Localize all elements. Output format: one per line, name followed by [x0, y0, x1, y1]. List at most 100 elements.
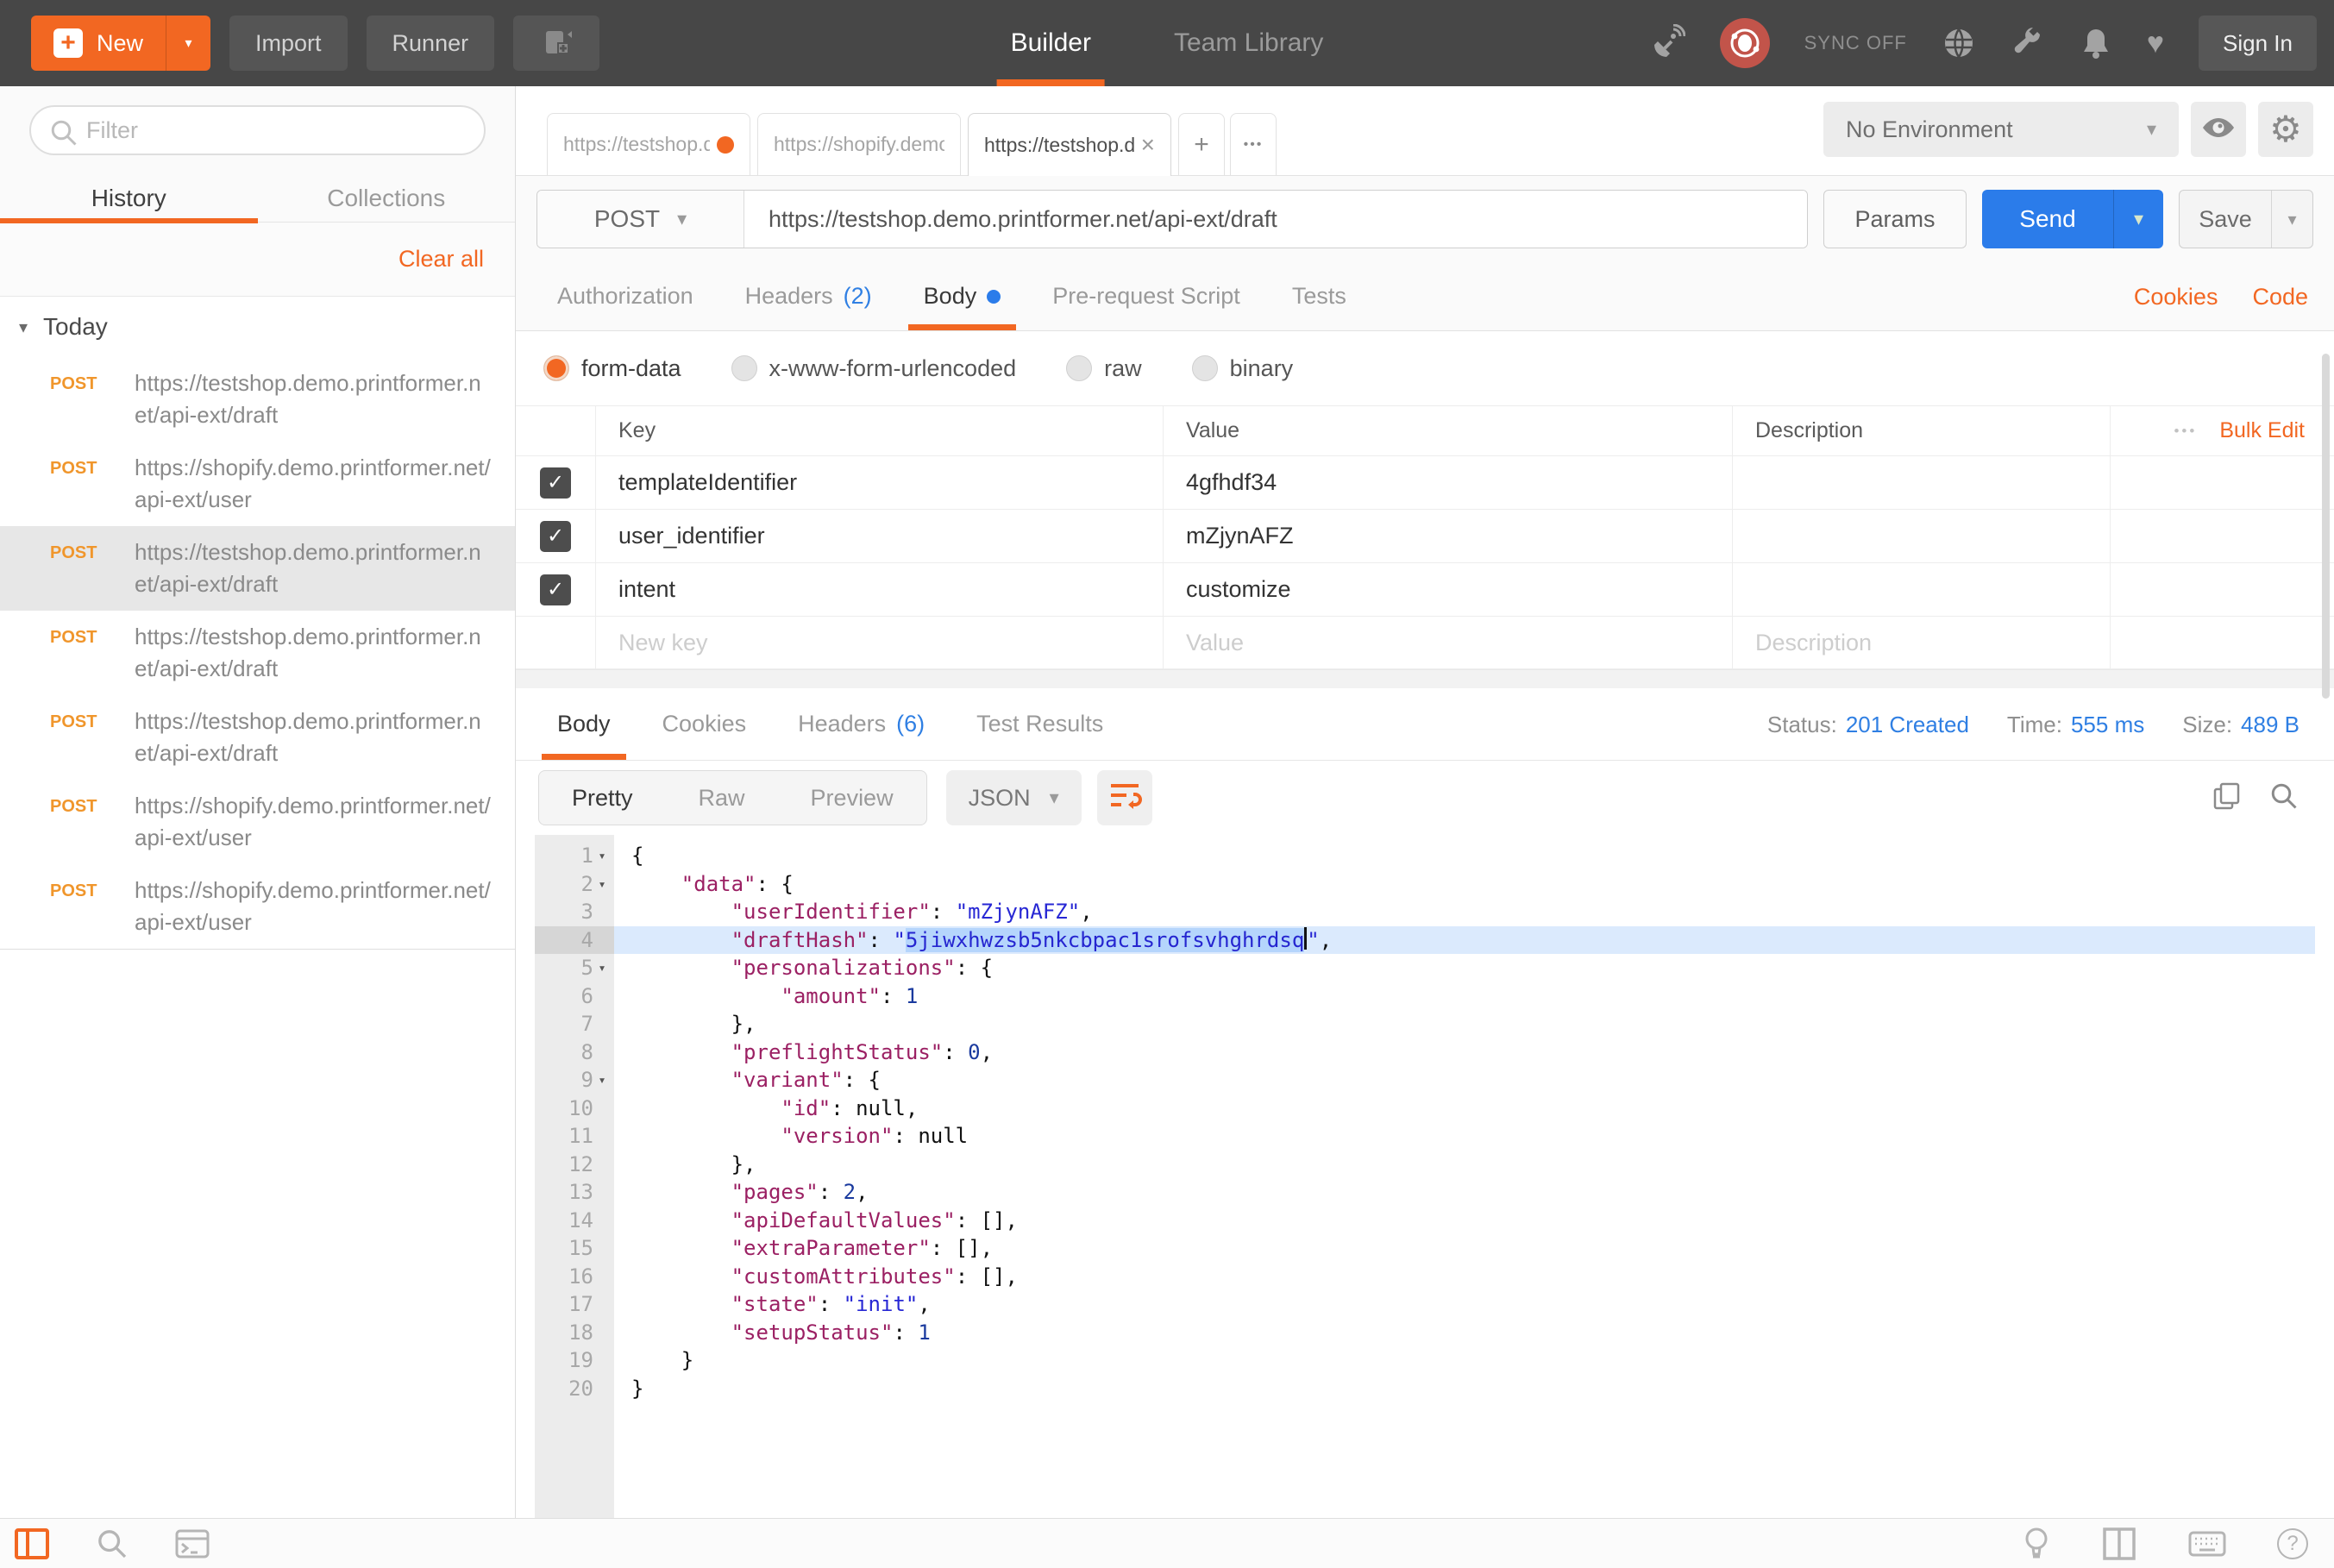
toggle-sidebar-icon[interactable] [14, 1527, 50, 1560]
fold-caret-icon[interactable]: ▾ [593, 954, 611, 982]
radio-binary[interactable]: binary [1192, 355, 1294, 382]
history-item[interactable]: POSThttps://testshop.demo.printformer.ne… [0, 695, 515, 780]
keyboard-shortcuts-icon[interactable] [2187, 1529, 2227, 1559]
code-line[interactable]: 11 "version": null [535, 1122, 2315, 1151]
save-options-button[interactable]: ▾ [2271, 191, 2312, 248]
line-gutter[interactable]: 18 [535, 1319, 614, 1347]
clear-all-link[interactable]: Clear all [398, 246, 484, 273]
history-item[interactable]: POSThttps://shopify.demo.printformer.net… [0, 780, 515, 864]
code-line[interactable]: 3 "userIdentifier": "mZjynAFZ", [535, 898, 2315, 926]
radio-x-www-form-urlencoded[interactable]: x-www-form-urlencoded [731, 355, 1017, 382]
bell-icon[interactable] [2080, 26, 2112, 60]
sync-status-icon[interactable] [1720, 18, 1770, 68]
code-line[interactable]: 7 }, [535, 1010, 2315, 1038]
view-preview[interactable]: Preview [778, 771, 926, 825]
import-button[interactable]: Import [229, 16, 348, 71]
search-response-icon[interactable] [2268, 781, 2299, 816]
interceptor-satellite-icon[interactable] [1647, 24, 1685, 62]
tab-authorization[interactable]: Authorization [542, 262, 709, 330]
new-description-cell[interactable]: Description [1732, 617, 2110, 668]
filter-input[interactable] [86, 117, 405, 144]
description-cell[interactable] [1732, 563, 2110, 616]
line-gutter[interactable]: 7 [535, 1010, 614, 1038]
fold-caret-icon[interactable]: ▾ [593, 842, 611, 870]
url-input[interactable] [744, 191, 1807, 248]
tab-response-body[interactable]: Body [542, 688, 626, 760]
line-gutter[interactable]: 5▾ [535, 954, 614, 982]
tab-builder[interactable]: Builder [997, 0, 1105, 86]
lightbulb-icon[interactable] [2022, 1526, 2051, 1562]
cookies-link[interactable]: Cookies [2134, 284, 2218, 310]
line-gutter[interactable]: 3 [535, 898, 614, 926]
code-line[interactable]: 16 "customAttributes": [], [535, 1263, 2315, 1291]
add-tab-button[interactable]: + [1178, 113, 1225, 175]
code-line[interactable]: 19 } [535, 1346, 2315, 1375]
key-cell[interactable]: intent [595, 563, 1163, 616]
code-line[interactable]: 20} [535, 1375, 2315, 1403]
code-line[interactable]: 18 "setupStatus": 1 [535, 1319, 2315, 1347]
history-item[interactable]: POSThttps://testshop.demo.printformer.ne… [0, 611, 515, 695]
send-options-button[interactable]: ▾ [2113, 190, 2163, 248]
line-gutter[interactable]: 13 [535, 1178, 614, 1207]
code-line[interactable]: 12 }, [535, 1151, 2315, 1179]
value-cell[interactable]: customize [1163, 563, 1732, 616]
row-checkbox[interactable]: ✓ [540, 574, 571, 605]
history-group-header[interactable]: ▾ Today [0, 297, 515, 357]
description-cell[interactable] [1732, 510, 2110, 562]
tab-team-library[interactable]: Team Library [1160, 0, 1337, 86]
tab-body[interactable]: Body [908, 262, 1017, 330]
line-gutter[interactable]: 6 [535, 982, 614, 1011]
code-line[interactable]: 2▾ "data": { [535, 870, 2315, 899]
method-select[interactable]: POST ▾ [537, 191, 744, 248]
tab-response-cookies[interactable]: Cookies [647, 688, 762, 760]
key-cell[interactable]: user_identifier [595, 510, 1163, 562]
line-gutter[interactable]: 11 [535, 1122, 614, 1151]
code-line[interactable]: 1▾{ [535, 842, 2315, 870]
line-gutter[interactable]: 8 [535, 1038, 614, 1067]
code-line[interactable]: 4 "draftHash": "5jiwxhwzsb5nkcbpac1srofs… [535, 926, 2315, 955]
wrench-icon[interactable] [2011, 26, 2045, 60]
new-dropdown-button[interactable]: ▾ [166, 16, 210, 71]
globe-icon[interactable] [1942, 26, 1976, 60]
line-gutter[interactable]: 17 [535, 1290, 614, 1319]
new-value-cell[interactable]: Value [1163, 617, 1732, 668]
description-cell[interactable] [1732, 456, 2110, 509]
line-gutter[interactable]: 14 [535, 1207, 614, 1235]
code-link[interactable]: Code [2252, 284, 2308, 310]
new-window-button[interactable] [513, 16, 599, 71]
new-key-cell[interactable]: New key [595, 617, 1163, 668]
view-pretty[interactable]: Pretty [539, 771, 666, 825]
line-gutter[interactable]: 20 [535, 1375, 614, 1403]
code-line[interactable]: 5▾ "personalizations": { [535, 954, 2315, 982]
row-checkbox[interactable]: ✓ [540, 467, 571, 499]
more-tabs-button[interactable]: ••• [1230, 113, 1277, 175]
close-icon[interactable]: × [1141, 131, 1155, 159]
code-line[interactable]: 13 "pages": 2, [535, 1178, 2315, 1207]
code-line[interactable]: 10 "id": null, [535, 1094, 2315, 1123]
main-scrollbar-thumb[interactable] [2322, 354, 2330, 699]
wrap-text-button[interactable] [1097, 770, 1152, 825]
history-item[interactable]: POSThttps://testshop.demo.printformer.ne… [0, 357, 515, 442]
tab-pre-request-script[interactable]: Pre-request Script [1037, 262, 1256, 330]
history-item[interactable]: POSThttps://testshop.demo.printformer.ne… [0, 526, 515, 611]
sign-in-button[interactable]: Sign In [2199, 16, 2317, 71]
environment-preview-button[interactable] [2191, 102, 2246, 157]
radio-raw[interactable]: raw [1066, 355, 1142, 382]
line-gutter[interactable]: 4 [535, 926, 614, 955]
line-gutter[interactable]: 15 [535, 1234, 614, 1263]
line-gutter[interactable]: 2▾ [535, 870, 614, 899]
send-button[interactable]: Send [1982, 190, 2113, 248]
line-gutter[interactable]: 9▾ [535, 1066, 614, 1094]
code-line[interactable]: 9▾ "variant": { [535, 1066, 2315, 1094]
line-gutter[interactable]: 12 [535, 1151, 614, 1179]
code-line[interactable]: 8 "preflightStatus": 0, [535, 1038, 2315, 1067]
console-icon[interactable] [174, 1528, 210, 1559]
copy-icon[interactable] [2212, 781, 2243, 816]
value-cell[interactable]: mZjynAFZ [1163, 510, 1732, 562]
request-tab-1[interactable]: https://testshop.demo [547, 113, 750, 175]
history-item[interactable]: POSThttps://shopify.demo.printformer.net… [0, 442, 515, 526]
tab-response-headers[interactable]: Headers(6) [782, 688, 940, 760]
radio-form-data[interactable]: form-data [543, 355, 681, 382]
environment-select[interactable]: No Environment ▾ [1823, 102, 2179, 157]
request-tab-2[interactable]: https://shopify.demo.printfo [757, 113, 961, 175]
